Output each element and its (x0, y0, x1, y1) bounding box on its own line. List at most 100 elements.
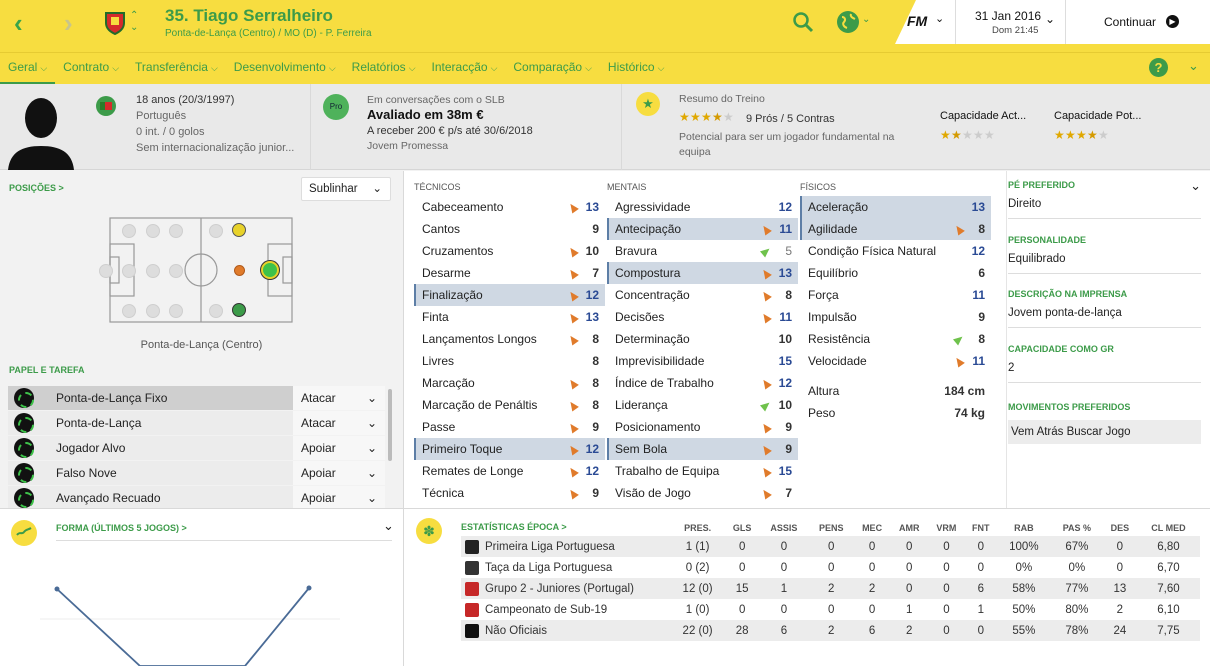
competition-logo-icon (465, 560, 479, 575)
date-chevron-icon[interactable]: ⌄ (1045, 12, 1055, 26)
duty-dropdown[interactable]: Atacar ⌄ (293, 411, 385, 435)
attribute-row[interactable]: Força 11 (800, 284, 991, 306)
roles-scrollbar[interactable] (388, 389, 392, 461)
stats-header[interactable]: FNT (965, 520, 997, 536)
stats-header[interactable]: PAS % (1051, 520, 1103, 536)
player-subtitle[interactable]: Ponta-de-Lança (Centro) / MO (D) - P. Fe… (165, 28, 372, 39)
stats-competition[interactable]: Campeonato de Sub-19 (461, 599, 670, 620)
help-icon[interactable]: ? (1149, 58, 1168, 77)
attribute-row[interactable]: Concentração 8 (607, 284, 798, 306)
attribute-row[interactable]: Determinação 10 (607, 328, 798, 350)
attribute-row[interactable]: Condição Física Natural 12 (800, 240, 991, 262)
role-row[interactable]: Ponta-de-Lança Fixo Atacar ⌄ (8, 386, 385, 410)
player-switch-chevrons-icon[interactable]: ⌃ ⌄ (130, 10, 138, 34)
attribute-row[interactable]: Cabeceamento 13 (414, 196, 605, 218)
continue-arrow-icon[interactable]: ▶ (1166, 15, 1179, 28)
attribute-row[interactable]: Imprevisibilidade 15 (607, 350, 798, 372)
search-icon[interactable] (792, 11, 814, 36)
duty-dropdown[interactable]: Apoiar ⌄ (293, 486, 385, 510)
stats-competition[interactable]: Primeira Liga Portuguesa (461, 536, 670, 557)
attribute-value: 11 (972, 354, 985, 368)
attribute-row[interactable]: Impulsão 9 (800, 306, 991, 328)
attribute-row[interactable]: Primeiro Toque 12 (414, 438, 605, 460)
collapse-chevron-icon[interactable]: ⌄ (1188, 58, 1199, 74)
attribute-row[interactable]: Aceleração 13 (800, 196, 991, 218)
globe-icon[interactable] (836, 10, 860, 37)
stats-competition[interactable]: Taça da Liga Portuguesa (461, 557, 670, 578)
stats-row[interactable]: Grupo 2 - Juniores (Portugal) 12 (0) 15 1 2 2… (461, 578, 1200, 599)
role-row[interactable]: Avançado Recuado Apoiar ⌄ (8, 486, 385, 510)
globe-chevron-icon[interactable]: ⌄ (862, 14, 870, 25)
attribute-value: 10 (585, 244, 599, 258)
attribute-row[interactable]: Antecipação 11 (607, 218, 798, 240)
attribute-row[interactable]: Visão de Jogo 7 (607, 482, 798, 504)
attribute-row[interactable]: Finta 13 (414, 306, 605, 328)
attribute-row[interactable]: Remates de Longe 12 (414, 460, 605, 482)
stats-row[interactable]: Taça da Liga Portuguesa 0 (2) 0 0 0 0 0 0 0 0% 0% 0… (461, 557, 1200, 578)
duty-dropdown[interactable]: Atacar ⌄ (293, 386, 385, 410)
attribute-row[interactable]: Marcação de Penáltis 8 (414, 394, 605, 416)
attribute-row[interactable]: Posicionamento 9 (607, 416, 798, 438)
form-title[interactable]: FORMA (ÚLTIMOS 5 JOGOS) > (56, 523, 187, 533)
stats-competition[interactable]: Não Oficiais (461, 620, 670, 641)
attribute-row[interactable]: Trabalho de Equipa 15 (607, 460, 798, 482)
duty-dropdown[interactable]: Apoiar ⌄ (293, 436, 385, 460)
back-arrow-icon[interactable]: ‹ (14, 10, 23, 36)
stats-header[interactable]: DES (1103, 520, 1137, 536)
stats-row[interactable]: Campeonato de Sub-19 1 (0) 0 0 0 0 1 0 1 50% 80% 2 6… (461, 599, 1200, 620)
form-collapse-chevron-icon[interactable]: ⌄ (383, 518, 394, 534)
tab-contrato[interactable]: Contrato ⌵ (55, 53, 127, 85)
attribute-row[interactable]: Agilidade 8 (800, 218, 991, 240)
attribute-row[interactable]: Bravura 5 (607, 240, 798, 262)
tab-comparacao[interactable]: Comparação ⌵ (505, 53, 600, 85)
highlight-dropdown[interactable]: Sublinhar ⌄ (301, 177, 391, 201)
attribute-row[interactable]: Decisões 11 (607, 306, 798, 328)
stats-header[interactable]: PENS (809, 520, 854, 536)
duty-dropdown[interactable]: Apoiar ⌄ (293, 461, 385, 485)
stats-header[interactable]: RAB (997, 520, 1051, 536)
fm-logo[interactable]: FM (907, 13, 927, 29)
attribute-row[interactable]: Liderança 10 (607, 394, 798, 416)
stats-row[interactable]: Primeira Liga Portuguesa 1 (1) 0 0 0 0 0 0 0 100%… (461, 536, 1200, 557)
attribute-row[interactable]: Velocidade 11 (800, 350, 991, 372)
role-row[interactable]: Falso Nove Apoiar ⌄ (8, 461, 385, 485)
attribute-row[interactable]: Técnica 9 (414, 482, 605, 504)
stats-header[interactable]: ASSIS (759, 520, 809, 536)
attribute-row[interactable]: Agressividade 12 (607, 196, 798, 218)
stats-header[interactable]: AMR (890, 520, 928, 536)
attribute-row[interactable]: Sem Bola 9 (607, 438, 798, 460)
attribute-row[interactable]: Cantos 9 (414, 218, 605, 240)
stats-header[interactable]: VRM (928, 520, 965, 536)
forward-arrow-icon[interactable]: › (64, 10, 73, 36)
tab-desenvolvimento[interactable]: Desenvolvimento ⌵ (226, 53, 344, 85)
attribute-row[interactable]: Desarme 7 (414, 262, 605, 284)
tab-historico[interactable]: Histórico ⌵ (600, 53, 673, 85)
attribute-row[interactable]: Equilíbrio 6 (800, 262, 991, 284)
training-focus-arrow-icon (760, 377, 772, 390)
stats-header[interactable]: MEC (854, 520, 891, 536)
tab-interaccao[interactable]: Interacção ⌵ (424, 53, 506, 85)
stats-row[interactable]: Não Oficiais 22 (0) 28 6 2 6 2 0 0 55% 78% 24 7,75 (461, 620, 1200, 641)
positions-title[interactable]: POSIÇÕES > (9, 183, 64, 193)
tab-transferencia[interactable]: Transferência ⌵ (127, 53, 226, 85)
stats-competition[interactable]: Grupo 2 - Juniores (Portugal) (461, 578, 670, 599)
tab-relatorios[interactable]: Relatórios ⌵ (344, 53, 424, 85)
attribute-row[interactable]: Lançamentos Longos 8 (414, 328, 605, 350)
stats-header[interactable]: GLS (725, 520, 759, 536)
continue-button[interactable]: Continuar (1104, 15, 1156, 29)
role-row[interactable]: Jogador Alvo Apoiar ⌄ (8, 436, 385, 460)
attribute-row[interactable]: Compostura 13 (607, 262, 798, 284)
role-row[interactable]: Ponta-de-Lança Atacar ⌄ (8, 411, 385, 435)
fm-menu-chevron-icon[interactable]: ⌄ (935, 12, 944, 25)
attribute-row[interactable]: Livres 8 (414, 350, 605, 372)
attribute-row[interactable]: Cruzamentos 10 (414, 240, 605, 262)
info-collapse-chevron-icon[interactable]: ⌄ (1190, 178, 1201, 194)
stats-header[interactable]: CL MED (1137, 520, 1200, 536)
attribute-row[interactable]: Resistência 8 (800, 328, 991, 350)
attribute-row[interactable]: Finalização 12 (414, 284, 605, 306)
tab-geral[interactable]: Geral ⌵ (0, 53, 56, 85)
attribute-row[interactable]: Índice de Trabalho 12 (607, 372, 798, 394)
attribute-row[interactable]: Passe 9 (414, 416, 605, 438)
stats-header[interactable]: PRES. (670, 520, 725, 536)
attribute-row[interactable]: Marcação 8 (414, 372, 605, 394)
